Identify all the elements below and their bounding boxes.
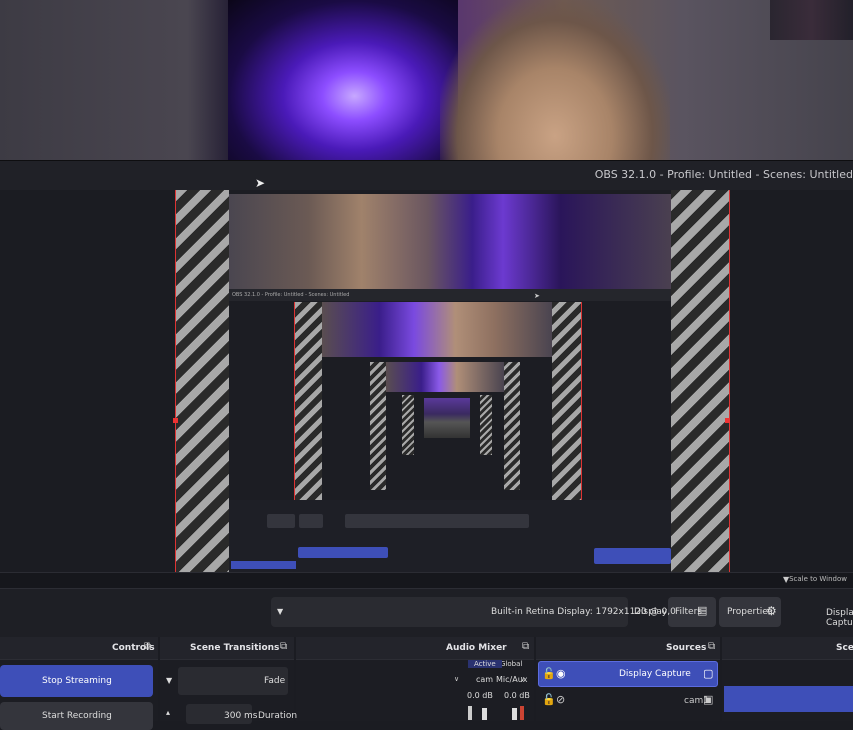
nested-camera-feed-2 (322, 302, 552, 357)
scenes-header (722, 637, 853, 660)
stop-streaming-label: Stop Streaming (42, 676, 112, 686)
nested-cursor-icon: ➤ (534, 292, 540, 300)
nested-window-title: OBS 32.1.0 - Profile: Untitled - Scenes:… (232, 292, 350, 298)
source-name: Display Capture (826, 608, 853, 628)
scale-bar: ▼ Scale to Window (0, 572, 853, 589)
level-meter (468, 706, 472, 720)
dock-float-icon[interactable]: ⧉ (522, 641, 529, 652)
nested-tunnel (424, 398, 470, 438)
scene-item-selected[interactable] (724, 686, 853, 712)
nested-scene-row (231, 561, 296, 569)
monitor-icon: ▢ (703, 667, 714, 680)
level-meter (520, 706, 524, 720)
display-value: Built-in Retina Display: 1792x1120 @ 0,0 (491, 607, 676, 617)
nested-title-bar: OBS 32.1.0 - Profile: Untitled - Scenes:… (229, 289, 671, 301)
mouse-cursor-icon: ➤ (255, 176, 266, 190)
audio-mixer-title: Audio Mixer (446, 643, 507, 653)
fireplace-tv (228, 0, 458, 160)
volume-fader[interactable] (512, 708, 517, 720)
properties-label: Properties (727, 607, 773, 617)
chevron-down-icon[interactable]: ∨ (454, 675, 459, 683)
dock-float-icon[interactable]: ⧉ (144, 641, 151, 652)
channel-name: cam (476, 675, 494, 684)
chevron-down-icon[interactable]: ∨ (520, 675, 525, 683)
lock-icon[interactable]: 🔓 (542, 667, 556, 680)
chevron-down-icon: ▼ (277, 607, 284, 616)
scene-transitions-title: Scene Transitions (190, 643, 280, 653)
channel-db: 0.0 dB (467, 691, 493, 700)
eye-icon[interactable]: ◉ (556, 667, 566, 680)
dock-float-icon[interactable]: ⧉ (280, 641, 287, 652)
transition-value: Fade (264, 676, 286, 686)
nested-stop-button (594, 548, 671, 564)
source-label: Display Capture (619, 669, 691, 679)
window-title: OBS 32.1.0 - Profile: Untitled - Scenes:… (594, 168, 853, 181)
nested-camera-feed-3 (386, 362, 504, 392)
chevron-down-icon[interactable]: ▼ (166, 676, 172, 685)
dock-float-icon[interactable]: ⧉ (708, 641, 715, 652)
nested-camera-feed (229, 194, 671, 289)
lock-icon[interactable]: 🔓 (542, 693, 556, 706)
volume-fader[interactable] (482, 708, 487, 720)
resize-handle[interactable] (173, 418, 178, 423)
tab-global[interactable]: Global (500, 660, 522, 668)
scenes-title: Scenes (836, 643, 853, 653)
title-bar: OBS 32.1.0 - Profile: Untitled - Scenes:… (0, 160, 853, 191)
bookshelf (770, 0, 853, 40)
resize-handle[interactable] (725, 418, 730, 423)
spinner-icon[interactable]: ▴ (166, 708, 170, 717)
person-head (440, 0, 670, 160)
scale-mode-select[interactable]: Scale to Window (789, 575, 847, 583)
eye-hidden-icon[interactable]: ⊘ (556, 693, 565, 706)
source-label: cam1 (684, 696, 709, 706)
filters-label: Filters (675, 607, 702, 617)
channel-db: 0.0 dB (504, 691, 530, 700)
sources-title: Sources (666, 643, 707, 653)
tab-active[interactable]: Active (468, 660, 502, 668)
nested-source-row (298, 547, 388, 558)
